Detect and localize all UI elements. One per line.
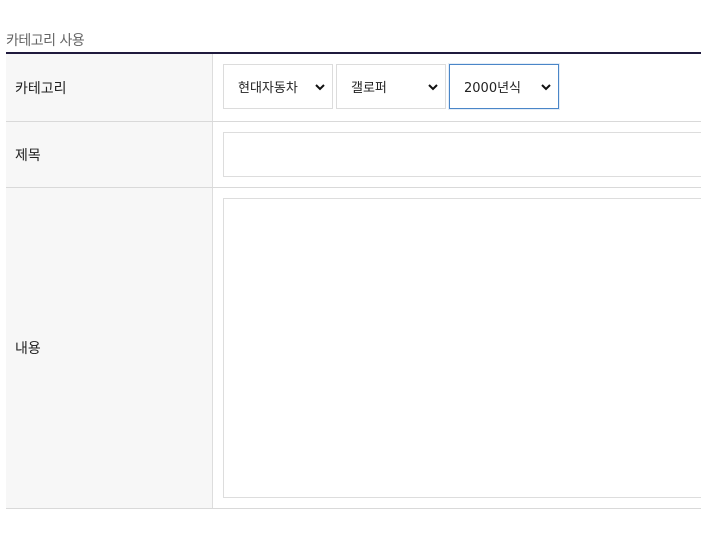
category-row: 카테고리 현대자동차 갤로퍼 2000년식 [6,54,701,122]
subject-input[interactable] [223,132,701,177]
subject-label: 제목 [6,122,213,187]
brand-select[interactable]: 현대자동차 [223,64,333,109]
brand-select-value: 현대자동차 [238,81,298,96]
section-title: 카테고리 사용 [6,33,85,49]
content-label: 내용 [6,188,213,508]
content-row: 내용 [6,188,701,509]
chevron-down-icon [428,83,438,90]
content-cell [213,188,701,508]
chevron-down-icon [541,83,551,90]
form-table: 카테고리 현대자동차 갤로퍼 2000년식 제목 내용 [6,52,701,509]
category-label: 카테고리 [6,54,213,121]
subject-row: 제목 [6,122,701,188]
write-form-page: 카테고리 사용 카테고리 현대자동차 갤로퍼 2000년식 제목 내용 [0,0,701,555]
year-select[interactable]: 2000년식 [449,64,559,109]
subject-cell [213,122,701,187]
model-select[interactable]: 갤로퍼 [336,64,446,109]
content-textarea[interactable] [223,198,701,498]
chevron-down-icon [315,83,325,90]
year-select-value: 2000년식 [464,81,522,96]
category-selects: 현대자동차 갤로퍼 2000년식 [213,54,701,121]
model-select-value: 갤로퍼 [351,81,387,96]
